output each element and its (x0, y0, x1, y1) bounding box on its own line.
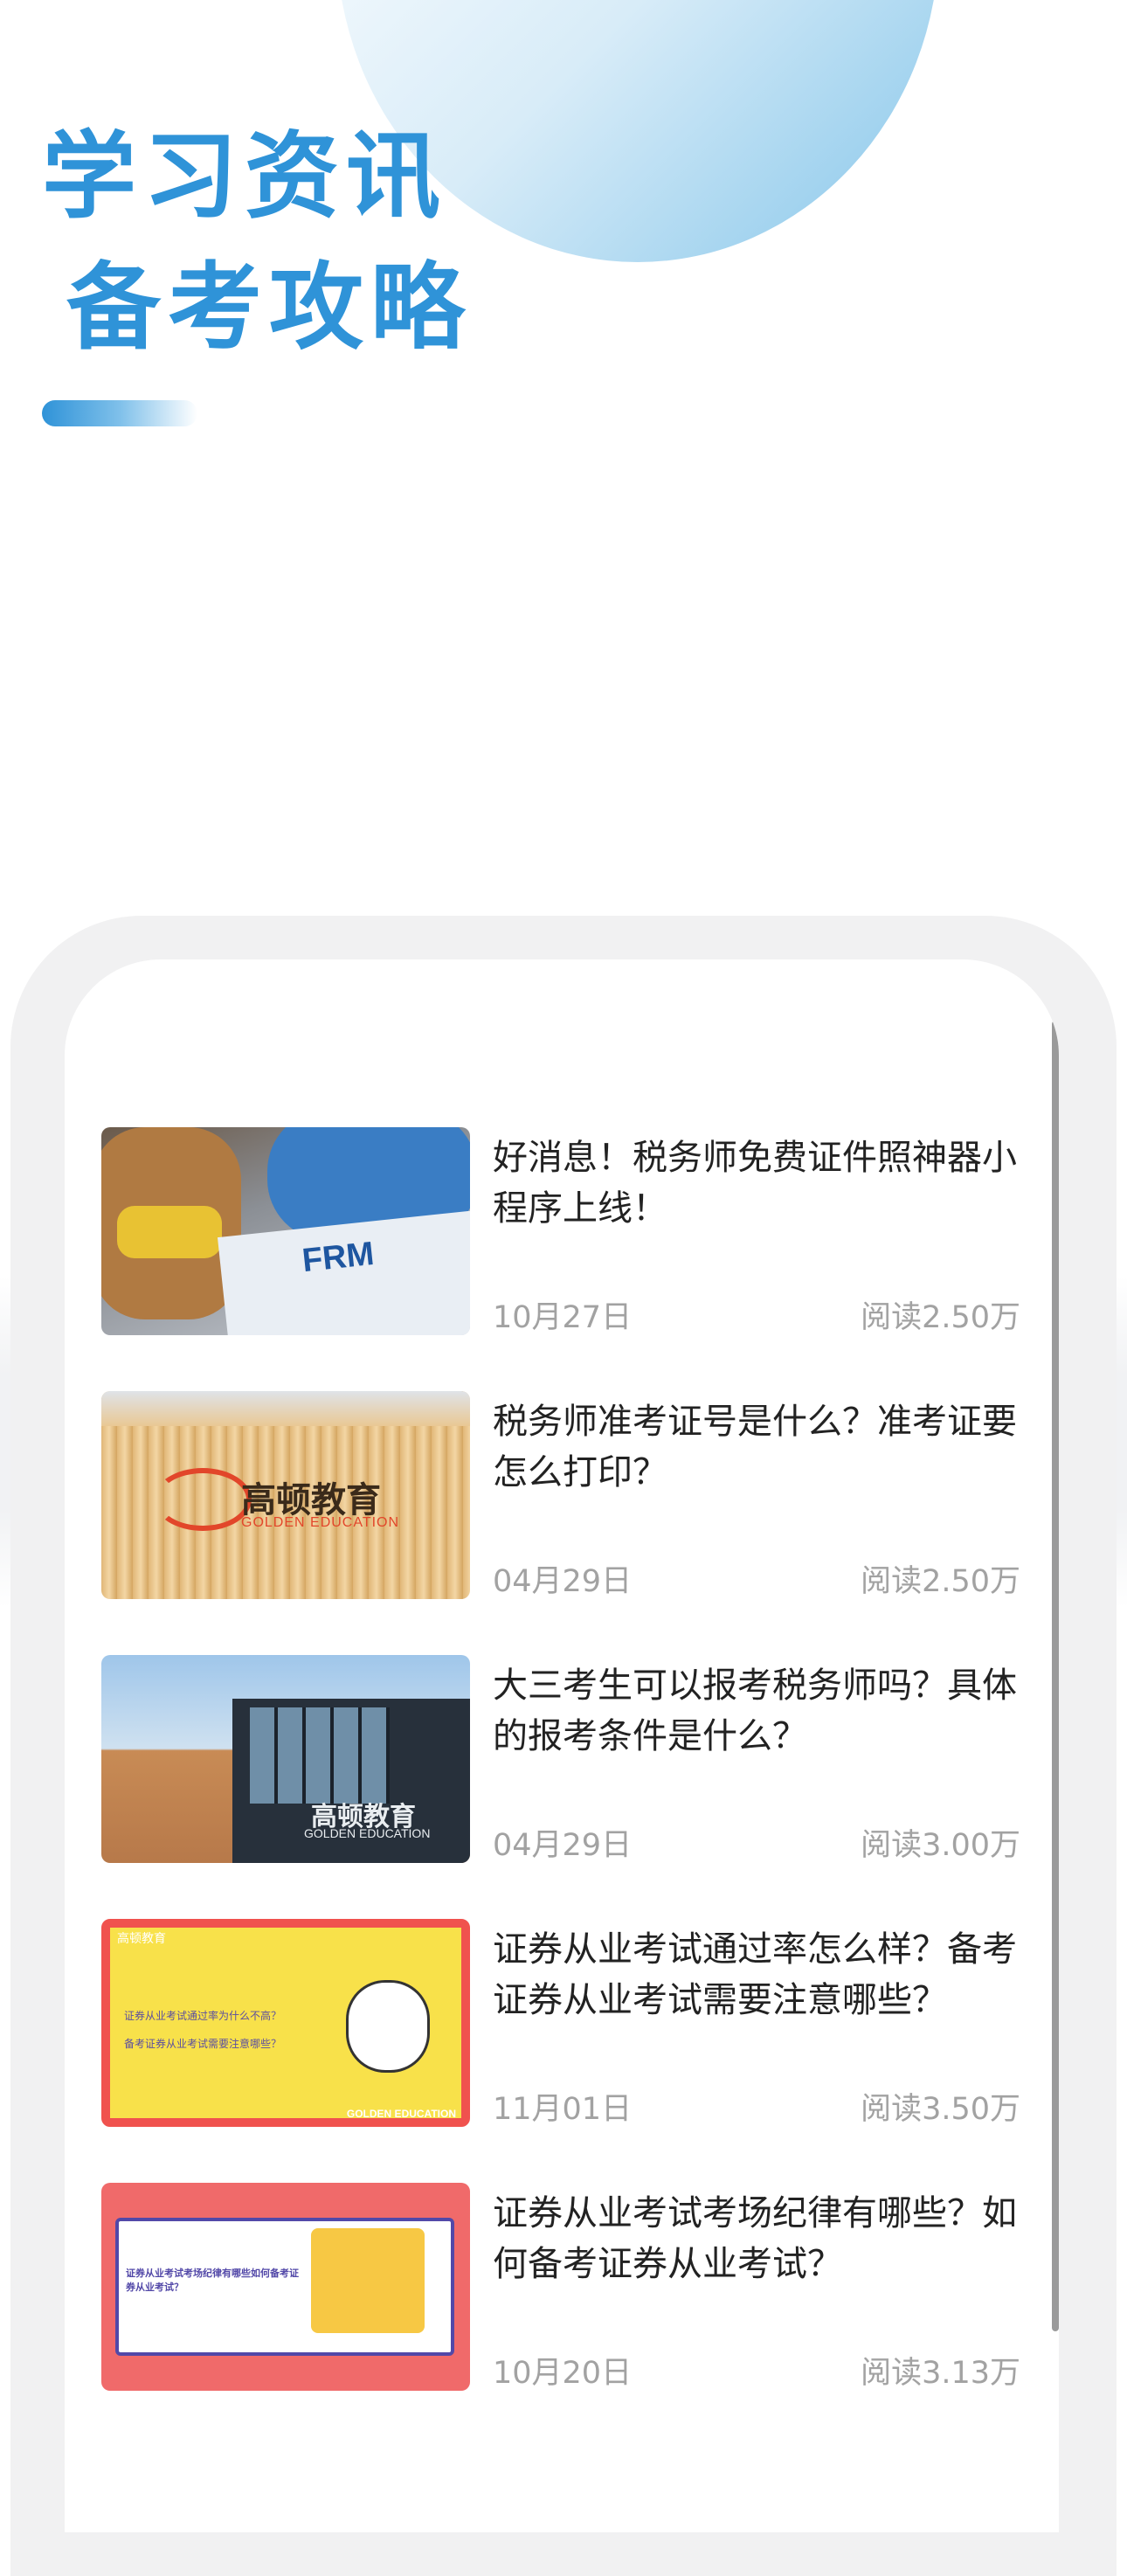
decorative-dot (437, 1928, 456, 1942)
decorative-dot (412, 1928, 432, 1942)
scrollbar[interactable] (1052, 1021, 1059, 2331)
decorative-dot (159, 2104, 178, 2118)
brand-logo-icon (154, 1468, 252, 1531)
phone-screen: FRM 好消息！税务师免费证件照神器小程序上线！ 10月27日 阅读2.50万 … (65, 959, 1059, 2532)
news-date: 10月20日 (493, 2356, 633, 2391)
news-date: 04月29日 (493, 1564, 633, 1599)
news-title[interactable]: 好消息！税务师免费证件照神器小程序上线！ (493, 1132, 1020, 1234)
news-thumbnail-1: FRM (101, 1127, 470, 1335)
news-read-count: 阅读3.13万 (861, 2356, 1020, 2391)
headline-line-1: 学习资讯 (42, 122, 448, 232)
news-read-count: 阅读3.00万 (861, 1828, 1020, 1863)
building-windows (250, 1707, 390, 1804)
news-title[interactable]: 大三考生可以报考税务师吗？具体的报考条件是什么？ (493, 1660, 1020, 1762)
news-item-2[interactable]: 高顿教育 GOLDEN EDUCATION 税务师准考证号是什么？准考证要怎么打… (101, 1391, 1020, 1655)
news-date: 04月29日 (493, 1828, 633, 1863)
promo-headline: 学习资讯 备考攻略 (42, 112, 472, 374)
news-read-count: 阅读3.50万 (861, 2092, 1020, 2127)
decorative-dot (135, 2104, 154, 2118)
news-thumbnail-3: 高顿教育 GOLDEN EDUCATION (101, 1655, 470, 1863)
news-item-5[interactable]: 证券从业考试考场纪律有哪些如何备考证券从业考试？ 证券从业考试考场纪律有哪些？如… (101, 2183, 1020, 2447)
news-read-count: 阅读2.50万 (861, 1564, 1020, 1599)
news-item-1[interactable]: FRM 好消息！税务师免费证件照神器小程序上线！ 10月27日 阅读2.50万 (101, 1127, 1020, 1391)
cartoon-scene-icon (311, 2228, 425, 2333)
decorative-dot (388, 1928, 407, 1942)
book-cover-text: FRM (300, 1235, 377, 1280)
plush-shirt-shape (117, 1206, 222, 1258)
news-date: 11月01日 (493, 2092, 633, 2127)
building-sign-subtext: GOLDEN EDUCATION (304, 1826, 431, 1840)
cartoon-character-icon (346, 1980, 430, 2073)
thumbnail-header-text: 高顿教育 (117, 1932, 166, 1946)
news-thumbnail-2: 高顿教育 GOLDEN EDUCATION (101, 1391, 470, 1599)
thumbnail-question-2: 备考证券从业考试需要注意哪些？ (124, 2038, 282, 2050)
news-title[interactable]: 证券从业考试考场纪律有哪些？如何备考证券从业考试？ (493, 2188, 1020, 2289)
news-date: 10月27日 (493, 1300, 633, 1335)
headline-accent-bar (42, 400, 197, 426)
news-title[interactable]: 税务师准考证号是什么？准考证要怎么打印？ (493, 1396, 1020, 1498)
ceiling-shape (101, 1391, 470, 1426)
news-thumbnail-5: 证券从业考试考场纪律有哪些如何备考证券从业考试？ (101, 2183, 470, 2391)
news-read-count: 阅读2.50万 (861, 1300, 1020, 1335)
news-thumbnail-4: 高顿教育 证券从业考试通过率为什么不高？ 备考证券从业考试需要注意哪些？ GOL… (101, 1919, 470, 2127)
news-list: FRM 好消息！税务师免费证件照神器小程序上线！ 10月27日 阅读2.50万 … (101, 1127, 1020, 2447)
news-title[interactable]: 证券从业考试通过率怎么样？备考证券从业考试需要注意哪些？ (493, 1924, 1020, 2025)
thumbnail-question-1: 证券从业考试通过率为什么不高？ (124, 2010, 282, 2022)
thumbnail-caption: 证券从业考试考场纪律有哪些如何备考证券从业考试？ (126, 2268, 299, 2293)
headline-line-2: 备考攻略 (66, 253, 473, 363)
news-item-3[interactable]: 高顿教育 GOLDEN EDUCATION 大三考生可以报考税务师吗？具体的报考… (101, 1655, 1020, 1919)
brand-sign-subtext: GOLDEN EDUCATION (241, 1515, 400, 1530)
thumbnail-footer-text: GOLDEN EDUCATION (346, 2108, 456, 2120)
news-item-4[interactable]: 高顿教育 证券从业考试通过率为什么不高？ 备考证券从业考试需要注意哪些？ GOL… (101, 1919, 1020, 2183)
decorative-dot (110, 2104, 129, 2118)
decorative-dot (183, 2104, 203, 2118)
